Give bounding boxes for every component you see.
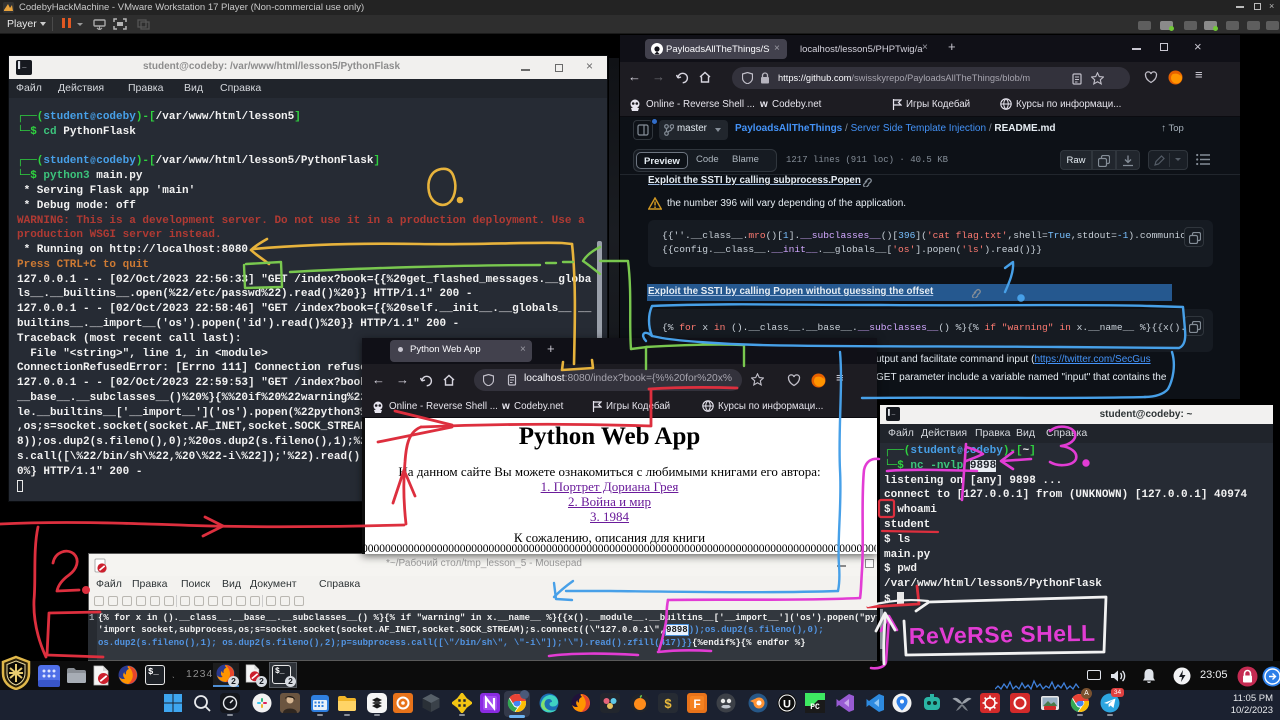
svg-text:U: U <box>783 699 791 711</box>
svg-text:F: F <box>693 697 700 711</box>
svg-text:PC: PC <box>810 703 820 712</box>
svg-text:$: $ <box>664 696 672 711</box>
